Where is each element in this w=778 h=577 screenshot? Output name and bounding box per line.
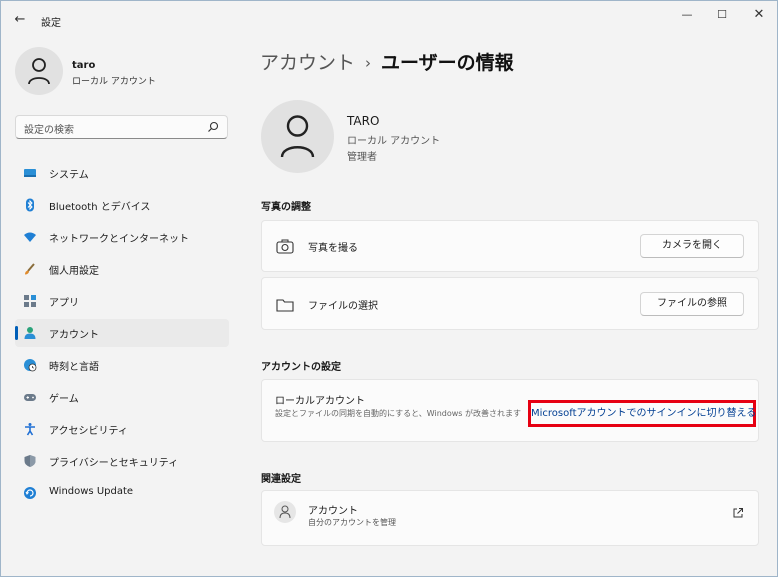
sidebar-item-label: プライバシーとセキュリティ (49, 458, 179, 469)
sidebar-item-accessibility[interactable]: アクセシビリティ (15, 415, 229, 443)
gamepad-icon (24, 394, 36, 401)
breadcrumb: アカウント › ユーザーの情報 (260, 48, 514, 75)
search-input[interactable]: 設定の検索 (15, 115, 228, 139)
sidebar-item-label: ネットワークとインターネット (49, 234, 189, 245)
wifi-icon (24, 232, 36, 242)
shield-icon (24, 455, 36, 467)
take-photo-card: 写真を撮る カメラを開く (261, 220, 759, 272)
open-camera-button[interactable]: カメラを開く (640, 234, 744, 258)
sidebar-item-bluetooth[interactable]: Bluetooth とデバイス (15, 191, 229, 219)
local-account-card: ローカルアカウント 設定とファイルの同期を自動的にすると、Windows が改善… (261, 379, 759, 442)
sidebar-item-label: アクセシビリティ (49, 426, 128, 437)
person-icon (280, 115, 315, 158)
sidebar-item-label: システム (49, 170, 89, 181)
title-bar: ← 設定 — ☐ ✕ (1, 1, 777, 37)
sidebar-item-label: 個人用設定 (49, 266, 99, 277)
local-account-title: ローカルアカウント (275, 396, 365, 407)
accessibility-icon (25, 423, 35, 436)
profile-role: 管理者 (347, 152, 377, 163)
breadcrumb-parent[interactable]: アカウント (260, 52, 355, 74)
chevron-right-icon: › (365, 54, 372, 72)
sidebar-user-name: taro (72, 60, 96, 71)
related-accounts-card[interactable]: アカウント 自分のアカウントを管理 (261, 490, 759, 546)
profile-name: TARO (347, 114, 380, 128)
related-accounts-icon-wrap (274, 501, 296, 523)
local-account-description: 設定とファイルの同期を自動的にすると、Windows が改善されます (275, 409, 522, 418)
choose-file-label: ファイルの選択 (308, 301, 378, 312)
sidebar-user-type: ローカル アカウント (72, 77, 156, 87)
sidebar-item-label: ゲーム (49, 394, 79, 405)
person-icon (24, 327, 36, 339)
app-title: 設定 (41, 18, 61, 29)
sidebar-item-label: アカウント (49, 330, 99, 341)
globe-clock-icon (24, 359, 37, 372)
camera-icon (276, 239, 294, 254)
sidebar-item-network[interactable]: ネットワークとインターネット (15, 223, 229, 251)
choose-file-card: ファイルの選択 ファイルの参照 (261, 277, 759, 330)
settings-window: ← 設定 — ☐ ✕ taro ローカル アカウント 設定の検索 システム Bl… (0, 0, 778, 577)
search-icon (208, 121, 219, 132)
sidebar-item-label: Windows Update (49, 486, 134, 497)
related-accounts-description: 自分のアカウントを管理 (308, 518, 396, 527)
sidebar-item-gaming[interactable]: ゲーム (15, 383, 229, 411)
close-icon: ✕ (753, 7, 765, 22)
switch-to-microsoft-account-link[interactable]: Microsoftアカウントでのサインインに切り替える (528, 400, 756, 427)
sidebar-item-apps[interactable]: アプリ (15, 287, 229, 315)
minimize-button[interactable]: — (677, 7, 697, 23)
sidebar-item-windows-update[interactable]: Windows Update (15, 479, 229, 507)
sidebar-item-label: アプリ (49, 298, 79, 309)
sidebar-item-accounts[interactable]: アカウント (15, 319, 229, 347)
take-photo-label: 写真を撮る (308, 243, 358, 254)
sidebar-item-label: Bluetooth とデバイス (49, 202, 151, 213)
external-link-icon (733, 508, 743, 518)
sidebar-item-privacy[interactable]: プライバシーとセキュリティ (15, 447, 229, 475)
apps-icon (24, 295, 36, 307)
person-icon (279, 505, 291, 519)
brush-icon (25, 263, 35, 275)
sidebar-item-label: 時刻と言語 (49, 362, 99, 373)
person-icon (28, 58, 50, 85)
browse-files-button[interactable]: ファイルの参照 (640, 292, 744, 316)
active-indicator (15, 326, 18, 340)
bluetooth-icon (26, 198, 34, 212)
maximize-icon: ☐ (717, 8, 727, 21)
sidebar-avatar[interactable] (15, 47, 63, 95)
sidebar-item-time-language[interactable]: 時刻と言語 (15, 351, 229, 379)
account-settings-title: アカウントの設定 (261, 362, 341, 373)
update-icon (24, 487, 36, 499)
monitor-icon (24, 169, 36, 177)
close-button[interactable]: ✕ (749, 7, 769, 23)
sidebar-item-personalization[interactable]: 個人用設定 (15, 255, 229, 283)
back-button[interactable]: ← (11, 11, 29, 29)
folder-icon (276, 299, 294, 312)
back-arrow-icon: ← (14, 12, 26, 27)
related-settings-title: 関連設定 (261, 474, 301, 485)
sidebar-item-system[interactable]: システム (15, 159, 229, 187)
minimize-icon: — (681, 8, 693, 21)
search-placeholder: 設定の検索 (24, 125, 74, 136)
page-title: ユーザーの情報 (381, 52, 514, 74)
photo-section-title: 写真の調整 (261, 202, 311, 213)
related-accounts-title: アカウント (308, 506, 358, 517)
profile-account-type: ローカル アカウント (347, 136, 441, 147)
maximize-button[interactable]: ☐ (712, 7, 732, 23)
profile-avatar (261, 100, 334, 173)
